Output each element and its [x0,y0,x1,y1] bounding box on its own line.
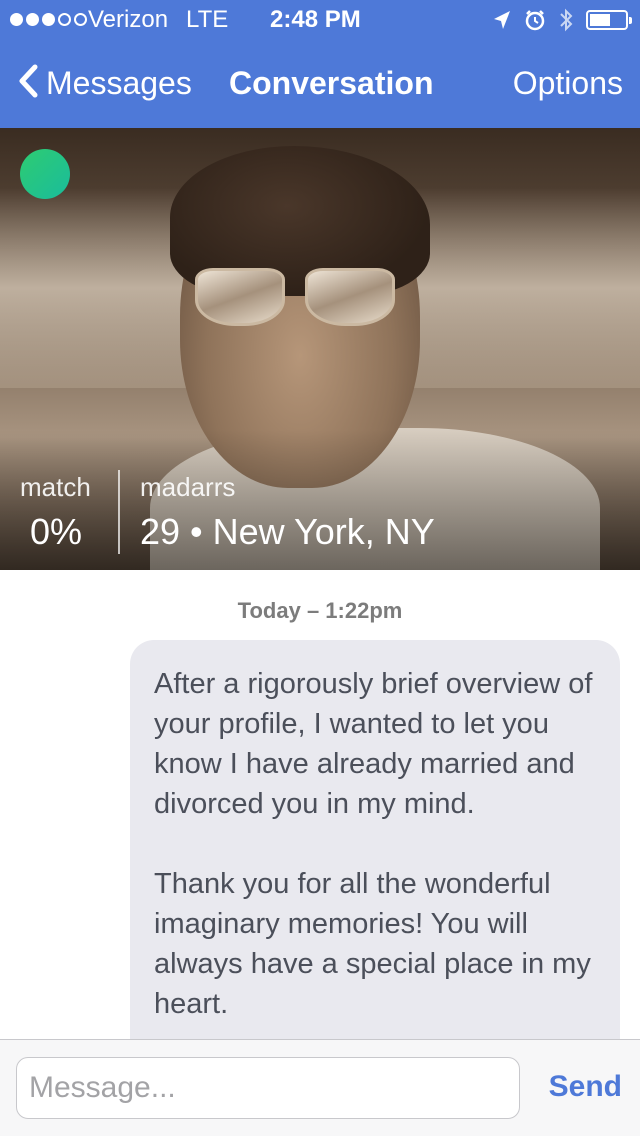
battery-icon [586,10,632,30]
status-time: 2:48 PM [270,6,361,33]
divider [118,470,120,554]
user-info: madarrs 29 • New York, NY [140,472,435,553]
network-type: LTE [186,6,229,33]
header: Verizon LTE 2:48 PM Messages Conversatio… [0,0,640,128]
carrier-name: Verizon [88,6,169,33]
battery-level [590,14,610,26]
match-info: match 0% [20,472,91,553]
back-button[interactable]: Messages [18,64,192,103]
match-value: 0% [30,511,83,552]
page-title: Conversation [229,65,434,101]
profile-header[interactable]: match 0% madarrs 29 • New York, NY [0,128,640,570]
send-button[interactable]: Send [549,1070,622,1104]
match-label: match [20,472,91,502]
message-bubble[interactable]: After a rigorously brief overview of you… [130,640,620,1060]
message-text: After a rigorously brief overview of you… [154,668,593,1020]
status-icons [492,6,632,34]
alarm-clock-icon [524,9,546,31]
user-age-location: 29 • New York, NY [140,511,435,552]
signal-strength-icon [10,13,87,26]
bluetooth-icon [558,7,574,33]
options-button[interactable]: Options [513,65,623,102]
location-arrow-icon [492,9,512,31]
message-timestamp: Today – 1:22pm [237,598,403,623]
status-bar: Verizon LTE 2:48 PM [0,0,640,40]
username: madarrs [140,472,236,502]
nav-bar: Messages Conversation Options [0,40,640,128]
composer-bar: Send [0,1039,640,1136]
chevron-left-icon [18,64,38,103]
back-label: Messages [46,65,192,101]
online-status-icon [20,149,70,199]
message-input[interactable] [16,1057,520,1119]
